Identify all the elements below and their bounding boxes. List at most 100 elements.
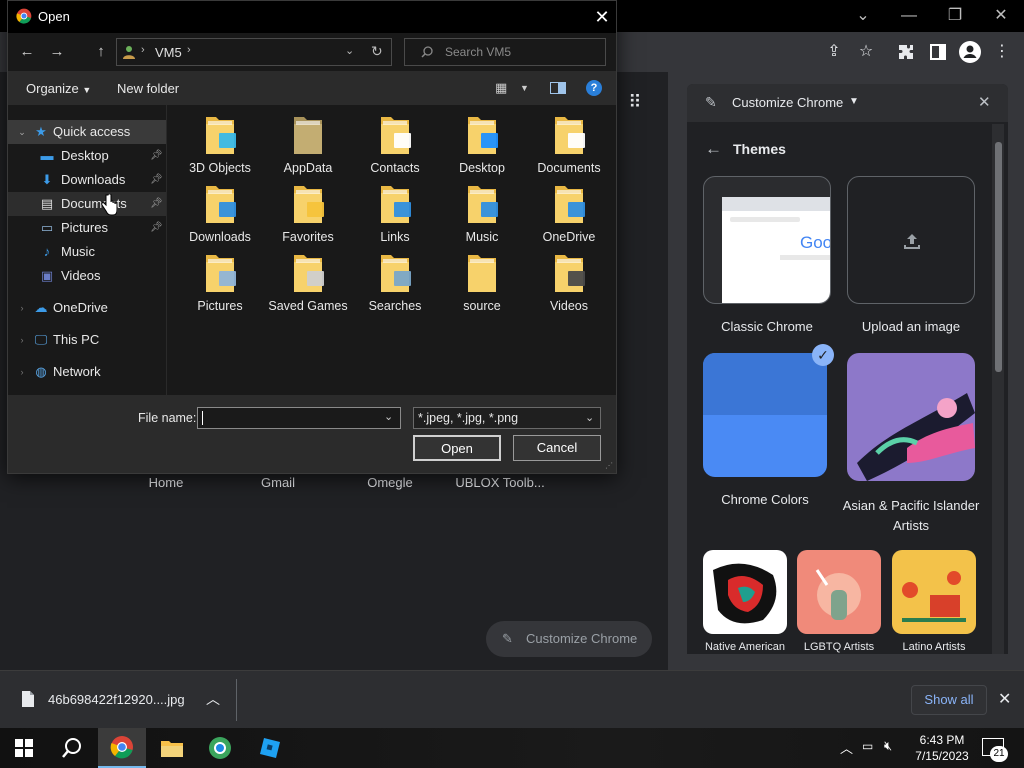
nav-music[interactable]: ♪ Music [8,240,166,264]
chrome-logo-icon [16,8,32,24]
address-bar[interactable]: › VM5 › ⌄ ↻ [116,38,392,66]
windows-start-icon[interactable] [0,728,48,768]
new-folder-button[interactable]: New folder [117,81,179,96]
open-button[interactable]: Open [413,435,501,461]
restore-button[interactable]: ❐ [932,3,978,29]
taskbar-clock[interactable]: 6:43 PM 7/15/2023 [912,732,972,764]
up-arrow-icon[interactable]: ↑ [90,41,112,63]
minimize-button[interactable]: — [886,3,932,29]
pin-icon[interactable]: 📌︎ [150,216,163,240]
folder-item[interactable]: AppData [267,113,349,176]
folder-item[interactable]: Saved Games [267,251,349,314]
folder-item[interactable]: Videos [528,251,610,314]
folder-item[interactable]: Music [441,182,523,245]
help-icon[interactable]: ? [586,80,602,96]
chrome-taskbar-icon[interactable] [98,728,146,768]
close-side-panel-icon[interactable]: ✕ [978,93,991,111]
folder-item[interactable]: Contacts [354,113,436,176]
view-options-icon[interactable]: ▦ [495,80,507,96]
show-all-button[interactable]: Show all [911,685,987,715]
theme-latino-artists[interactable] [892,550,976,634]
theme-classic-chrome[interactable]: Goo [703,176,831,304]
shortcut-gmail[interactable]: Gmail [223,475,333,490]
dialog-titlebar[interactable]: Open ✕ [8,1,616,33]
nav-downloads[interactable]: ⬇ Downloads 📌︎ [8,168,166,192]
roblox-studio-icon[interactable] [246,728,294,768]
menu-dots-icon[interactable]: ⋮ [989,39,1015,65]
nav-quick-access[interactable]: ⌄ ★ Quick access [8,120,166,144]
folder-item[interactable]: 3D Objects [179,113,261,176]
file-name-input[interactable]: ⌄ [197,407,401,429]
organize-button[interactable]: Organize ▼ [26,81,91,96]
view-dropdown-icon[interactable]: ▼ [520,83,529,93]
cancel-button[interactable]: Cancel [513,435,601,461]
nav-videos[interactable]: ▣ Videos [8,264,166,288]
theme-native-american[interactable] [703,550,787,634]
folder-item[interactable]: Pictures [179,251,261,314]
share-icon[interactable]: ⇪ [821,39,847,65]
nav-network[interactable]: › ◍ Network [8,360,166,384]
search-icon[interactable] [48,728,96,768]
file-explorer-icon[interactable] [148,728,196,768]
folder-item[interactable]: Downloads [179,182,261,245]
nav-pictures[interactable]: ▭ Pictures 📌︎ [8,216,166,240]
folder-item[interactable]: OneDrive [528,182,610,245]
nav-desktop[interactable]: ▬ Desktop 📌︎ [8,144,166,168]
close-download-bar-icon[interactable]: ✕ [998,689,1011,709]
breadcrumb-chevron-icon[interactable]: › [187,44,191,56]
shortcut-ublox[interactable]: UBLOX Toolb... [445,475,555,490]
resize-grip-icon[interactable]: ⋰ [605,461,613,470]
theme-lgbtq-artists[interactable] [797,550,881,634]
scrollbar-thumb[interactable] [995,142,1002,372]
folder-item[interactable]: Documents [528,113,610,176]
file-name-dropdown-icon[interactable]: ⌄ [384,410,393,423]
google-apps-icon[interactable]: ⠿ [622,92,648,114]
pin-icon[interactable]: 📌︎ [150,192,163,216]
nav-onedrive[interactable]: › ☁ OneDrive [8,296,166,320]
side-panel-icon[interactable] [925,39,951,65]
folder-item[interactable]: Favorites [267,182,349,245]
refresh-icon[interactable]: ↻ [371,43,383,60]
forward-arrow-icon[interactable]: → [46,41,68,63]
address-dropdown-icon[interactable]: ⌄ [345,44,354,57]
bookmark-star-icon[interactable]: ☆ [853,39,879,65]
network-icon[interactable]: ▭ [862,739,873,753]
theme-asian-pacific[interactable] [847,353,975,481]
folder-item[interactable]: Desktop [441,113,523,176]
file-type-dropdown-icon[interactable]: ⌄ [585,408,594,428]
close-window-button[interactable]: ✕ [978,3,1024,29]
expand-chevron-icon[interactable]: › [13,328,31,352]
theme-chrome-colors[interactable] [703,353,827,477]
theme-upload-image[interactable] [847,176,975,304]
pin-icon[interactable]: 📌︎ [150,168,163,192]
extensions-puzzle-icon[interactable] [893,39,919,65]
nav-this-pc[interactable]: › 🖵︎ This PC [8,328,166,352]
shortcut-home[interactable]: Home [111,475,221,490]
browser-app-icon[interactable] [196,728,244,768]
volume-muted-icon[interactable]: 🔇︎ [884,738,892,754]
side-panel-scrollbar[interactable] [992,124,1004,654]
folder-item[interactable]: Links [354,182,436,245]
tab-search-icon[interactable]: ⌄ [840,3,886,29]
file-type-select[interactable]: *.jpeg, *.jpg, *.png ⌄ [413,407,601,429]
preview-pane-icon[interactable] [550,82,566,94]
chevron-up-icon[interactable]: ︿ [206,689,220,709]
profile-avatar-icon[interactable] [957,39,983,65]
search-input[interactable]: Search VM5 [404,38,606,66]
expand-chevron-icon[interactable]: › [13,296,31,320]
address-path[interactable]: VM5 [155,45,182,60]
download-file-name[interactable]: 46b698422f12920....jpg [48,692,185,707]
shortcut-omegle[interactable]: Omegle [335,475,445,490]
pin-icon[interactable]: 📌︎ [150,144,163,168]
customize-chrome-button[interactable]: ✎ Customize Chrome [486,621,652,657]
folder-item[interactable]: source [441,251,523,314]
dialog-close-button[interactable]: ✕ [588,5,616,29]
back-arrow-icon[interactable]: ← [16,41,38,63]
expand-chevron-icon[interactable]: › [13,360,31,384]
expand-chevron-icon[interactable]: ⌄ [13,120,31,144]
back-arrow-icon[interactable]: ← [705,139,722,159]
tray-chevron-icon[interactable]: ︿ [840,738,853,757]
nav-documents[interactable]: ▤ Documents 📌︎ [8,192,166,216]
folder-item[interactable]: Searches [354,251,436,314]
dropdown-caret-icon[interactable]: ▼ [849,96,859,107]
